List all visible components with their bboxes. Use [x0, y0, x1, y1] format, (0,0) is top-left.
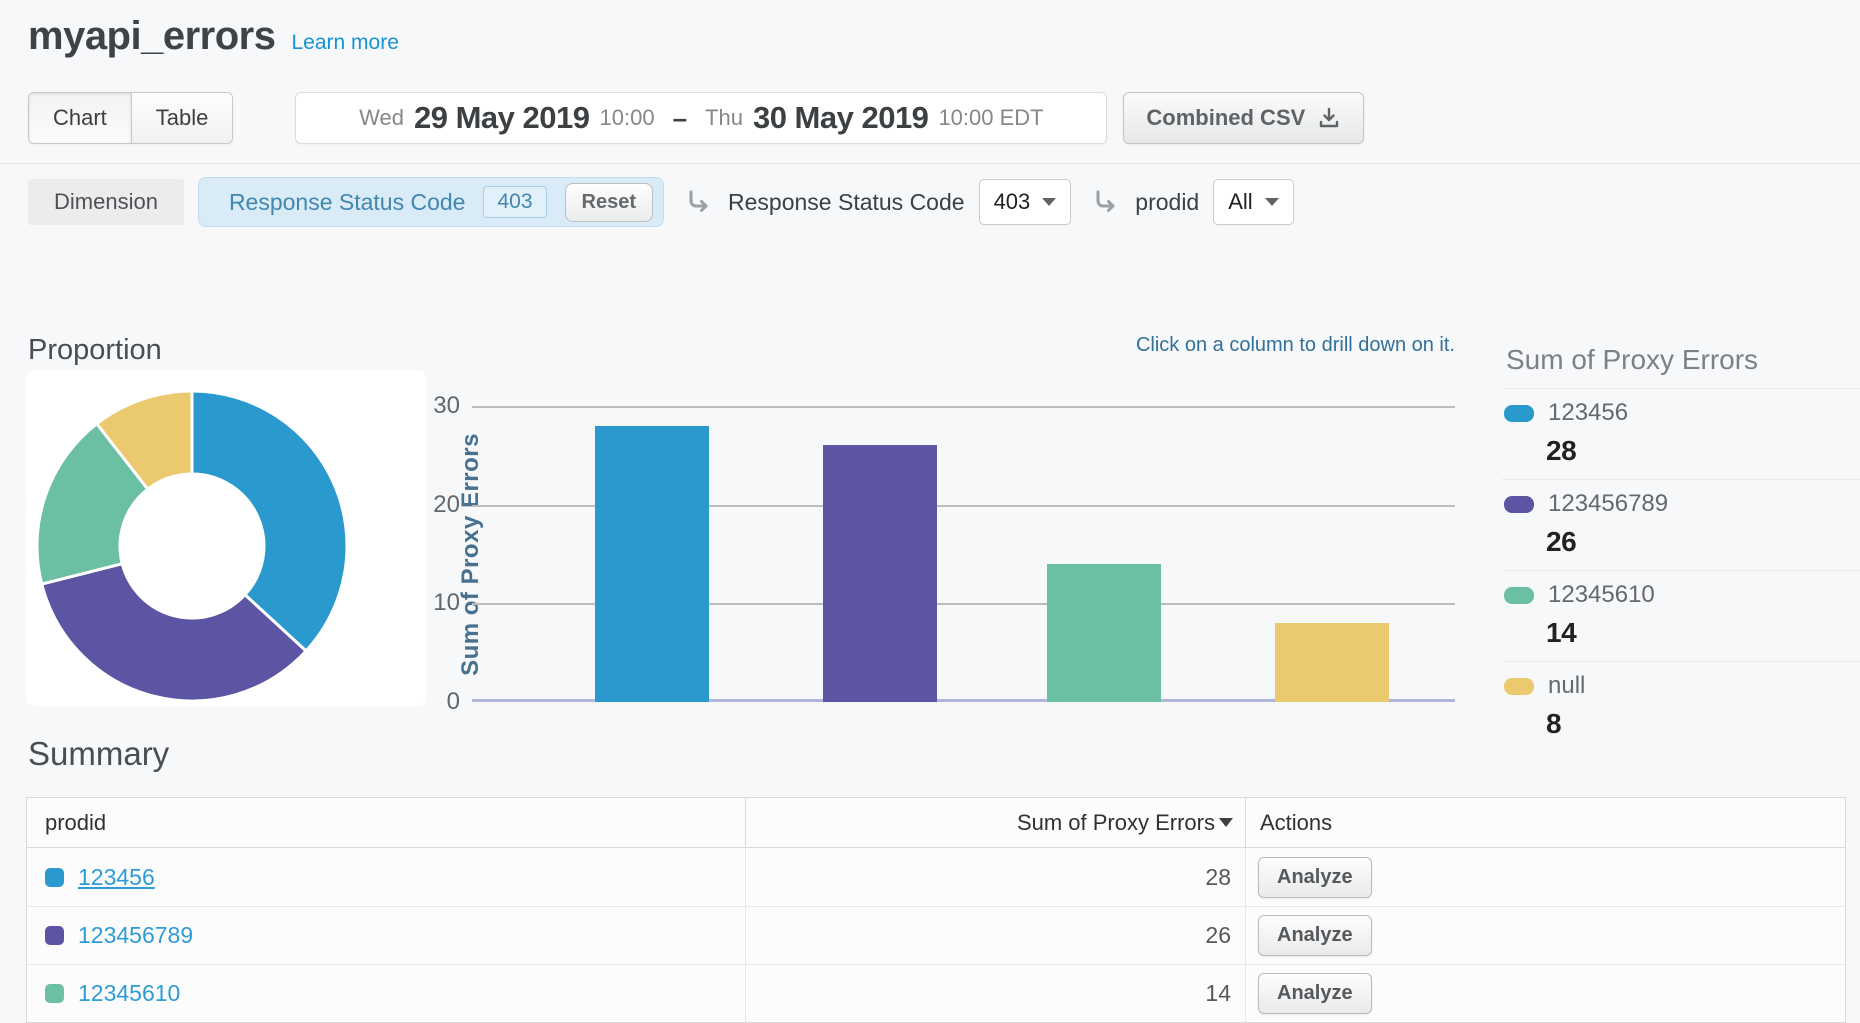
y-tick-30: 30 — [380, 391, 460, 421]
legend-title: Sum of Proxy Errors — [1502, 338, 1860, 388]
gridline — [472, 406, 1455, 408]
legend-item: 123456789 26 — [1502, 479, 1860, 570]
column-header-prodid[interactable]: prodid — [27, 798, 746, 848]
table-body: 123456 28 Analyze 123456789 26 Analyze — [27, 848, 1845, 1022]
bar-column[interactable] — [823, 445, 937, 702]
analyze-button[interactable]: Analyze — [1258, 915, 1372, 956]
summary-table: prodid Sum of Proxy Errors Actions 12345… — [26, 797, 1846, 1023]
legend-item: 123456 28 — [1502, 388, 1860, 479]
end-day: Thu — [705, 105, 743, 131]
sort-desc-icon — [1219, 818, 1233, 827]
drilldown-2-value: All — [1228, 189, 1252, 215]
legend-label: 123456 — [1548, 399, 1628, 427]
drilldown-1-value: 403 — [994, 189, 1031, 215]
drilldown-2-select[interactable]: All — [1213, 179, 1293, 225]
start-date: 29 May 2019 — [414, 100, 589, 136]
divider — [0, 163, 1860, 164]
view-toggle: Chart Table — [28, 92, 233, 144]
date-range-separator: – — [673, 103, 687, 134]
row-color-swatch — [45, 926, 64, 945]
legend-value: 8 — [1546, 708, 1860, 740]
prodid-link[interactable]: 123456789 — [78, 922, 193, 949]
legend-panel: Sum of Proxy Errors 123456 28 123456789 … — [1502, 338, 1860, 752]
chart-section: Proportion Click on a column to drill do… — [0, 330, 1860, 735]
row-color-swatch — [45, 868, 64, 887]
active-filter-pill[interactable]: Response Status Code 403 Reset — [198, 177, 664, 227]
bar-chart — [472, 406, 1455, 702]
legend-label: 12345610 — [1548, 581, 1655, 609]
end-date: 30 May 2019 — [753, 100, 928, 136]
row-value: 28 — [746, 848, 1246, 906]
drilldown-1-select[interactable]: 403 — [979, 179, 1072, 225]
legend-value: 28 — [1546, 435, 1860, 467]
filter-row: Dimension Response Status Code 403 Reset… — [28, 177, 1294, 227]
bar-column[interactable] — [595, 426, 709, 702]
legend-value: 14 — [1546, 617, 1860, 649]
analyze-button[interactable]: Analyze — [1258, 973, 1372, 1014]
bar-column[interactable] — [1275, 623, 1389, 702]
column-header-actions: Actions — [1246, 798, 1845, 848]
active-filter-value: 403 — [483, 186, 546, 218]
chevron-down-icon — [1265, 198, 1279, 206]
table-row: 12345610 14 Analyze — [27, 964, 1845, 1022]
legend-value: 26 — [1546, 526, 1860, 558]
summary-title: Summary — [28, 735, 169, 773]
reset-button[interactable]: Reset — [565, 183, 653, 222]
legend-label: 123456789 — [1548, 490, 1668, 518]
table-row: 123456789 26 Analyze — [27, 906, 1845, 964]
legend-label: null — [1548, 672, 1585, 700]
drilldown-arrow-icon — [1091, 188, 1119, 216]
drilldown-arrow-icon — [684, 188, 712, 216]
row-value: 26 — [746, 907, 1246, 964]
legend-swatch — [1504, 496, 1534, 513]
prodid-link[interactable]: 12345610 — [78, 980, 180, 1007]
y-tick-0: 0 — [380, 687, 460, 717]
page-title: myapi_errors — [28, 14, 275, 59]
combined-csv-label: Combined CSV — [1146, 105, 1305, 131]
combined-csv-button[interactable]: Combined CSV — [1123, 92, 1364, 144]
row-color-swatch — [45, 984, 64, 1003]
legend-item: 12345610 14 — [1502, 570, 1860, 661]
drilldown-1-label: Response Status Code — [728, 189, 965, 216]
legend-swatch — [1504, 678, 1534, 695]
end-time: 10:00 EDT — [938, 105, 1043, 131]
active-filter-name: Response Status Code — [229, 189, 466, 216]
legend-item: null 8 — [1502, 661, 1860, 752]
legend-swatch — [1504, 405, 1534, 422]
table-row: 123456 28 Analyze — [27, 848, 1845, 906]
proportion-donut-chart — [26, 370, 424, 704]
y-tick-10: 10 — [380, 588, 460, 618]
download-icon — [1317, 106, 1341, 130]
prodid-link[interactable]: 123456 — [78, 864, 155, 891]
chevron-down-icon — [1042, 198, 1056, 206]
toolbar: Chart Table Wed 29 May 2019 10:00 – Thu … — [28, 92, 1364, 144]
analyze-button[interactable]: Analyze — [1258, 857, 1372, 898]
learn-more-link[interactable]: Learn more — [291, 31, 398, 55]
bar-column[interactable] — [1047, 564, 1161, 702]
donut-slice — [192, 391, 347, 651]
legend-swatch — [1504, 587, 1534, 604]
drilldown-hint: Click on a column to drill down on it. — [472, 334, 1455, 357]
start-time: 10:00 — [600, 105, 655, 131]
tab-chart[interactable]: Chart — [29, 93, 131, 143]
start-day: Wed — [359, 105, 404, 131]
drilldown-2-label: prodid — [1135, 189, 1199, 216]
y-tick-20: 20 — [380, 490, 460, 520]
dimension-label: Dimension — [28, 179, 184, 225]
date-range-picker[interactable]: Wed 29 May 2019 10:00 – Thu 30 May 2019 … — [295, 92, 1107, 144]
page-header: myapi_errors Learn more — [28, 14, 399, 59]
proportion-card — [26, 370, 426, 706]
tab-table[interactable]: Table — [131, 93, 233, 143]
column-header-sum[interactable]: Sum of Proxy Errors — [746, 798, 1246, 848]
table-header-row: prodid Sum of Proxy Errors Actions — [27, 798, 1845, 848]
row-value: 14 — [746, 965, 1246, 1022]
proportion-title: Proportion — [28, 334, 162, 367]
